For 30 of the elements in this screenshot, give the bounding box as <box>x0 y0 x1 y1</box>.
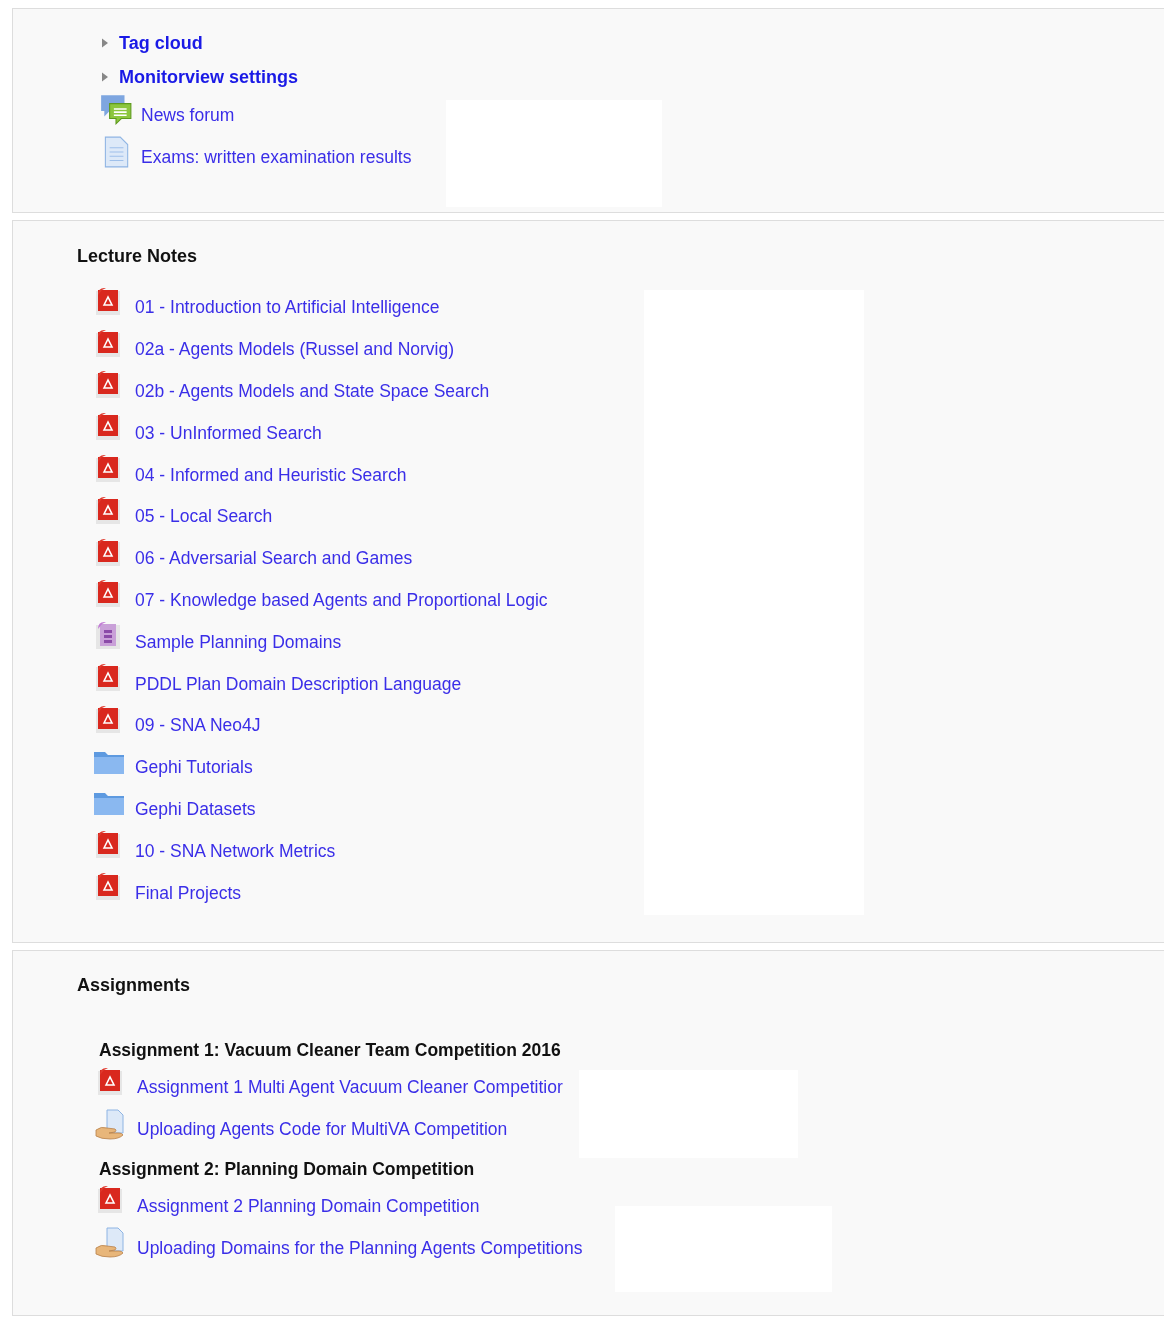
item-link[interactable]: 02b - Agents Models and State Space Search <box>135 381 490 402</box>
item-link[interactable]: Assignment 2 Planning Domain Competition <box>137 1196 480 1217</box>
item-link[interactable]: Uploading Agents Code for MultiVA Competition <box>137 1119 508 1141</box>
forum-icon <box>99 93 133 127</box>
item-link[interactable]: Exams: written examination results <box>141 146 412 168</box>
item-link[interactable]: Final Projects <box>135 882 241 904</box>
block-link[interactable]: Monitorview settings <box>119 66 298 88</box>
item-link[interactable]: Gephi Datasets <box>135 798 256 820</box>
item-link[interactable]: 02a - Agents Models (Russel and Norvig) <box>135 339 455 361</box>
item-link[interactable]: 07 - Knowledge based Agents and Proportional Logic <box>135 589 548 611</box>
item-link[interactable]: Sample Planning Domains <box>135 631 342 653</box>
item-link[interactable]: News forum <box>141 104 235 126</box>
item-link[interactable]: Gephi Tutorials <box>135 757 253 779</box>
hand-document-icon <box>95 1226 127 1259</box>
group-heading: Assignment 2: Planning Domain Competition <box>99 1158 476 1180</box>
item-link[interactable]: PDDL Plan Domain Description Language <box>135 673 462 695</box>
item-link[interactable]: Uploading Domains for the Planning Agents Competitions <box>137 1237 583 1259</box>
section-title: Lecture Notes <box>77 246 199 267</box>
item-link[interactable]: 04 - Informed and Heuristic Search <box>135 464 407 486</box>
item-link[interactable]: 06 - Adversarial Search and Games <box>135 548 413 570</box>
item-link[interactable]: 05 - Local Search <box>135 506 273 528</box>
item-link[interactable]: 10 - SNA Network Metrics <box>135 840 336 862</box>
block-link[interactable]: Tag cloud <box>119 32 203 54</box>
item-link[interactable]: Assignment 1 Multi Agent Vacuum Cleaner Competitior <box>137 1077 563 1099</box>
item-link[interactable]: 09 - SNA Neo4J <box>135 715 261 737</box>
item-link[interactable]: 03 - UnInformed Search <box>135 422 322 444</box>
group-heading: Assignment 1: Vacuum Cleaner Team Competition 2016 <box>99 1040 562 1061</box>
section-title: Assignments <box>77 975 192 996</box>
item-link[interactable]: 01 - Introduction to Artificial Intelligence <box>135 297 440 319</box>
hand-document-icon <box>95 1107 127 1140</box>
